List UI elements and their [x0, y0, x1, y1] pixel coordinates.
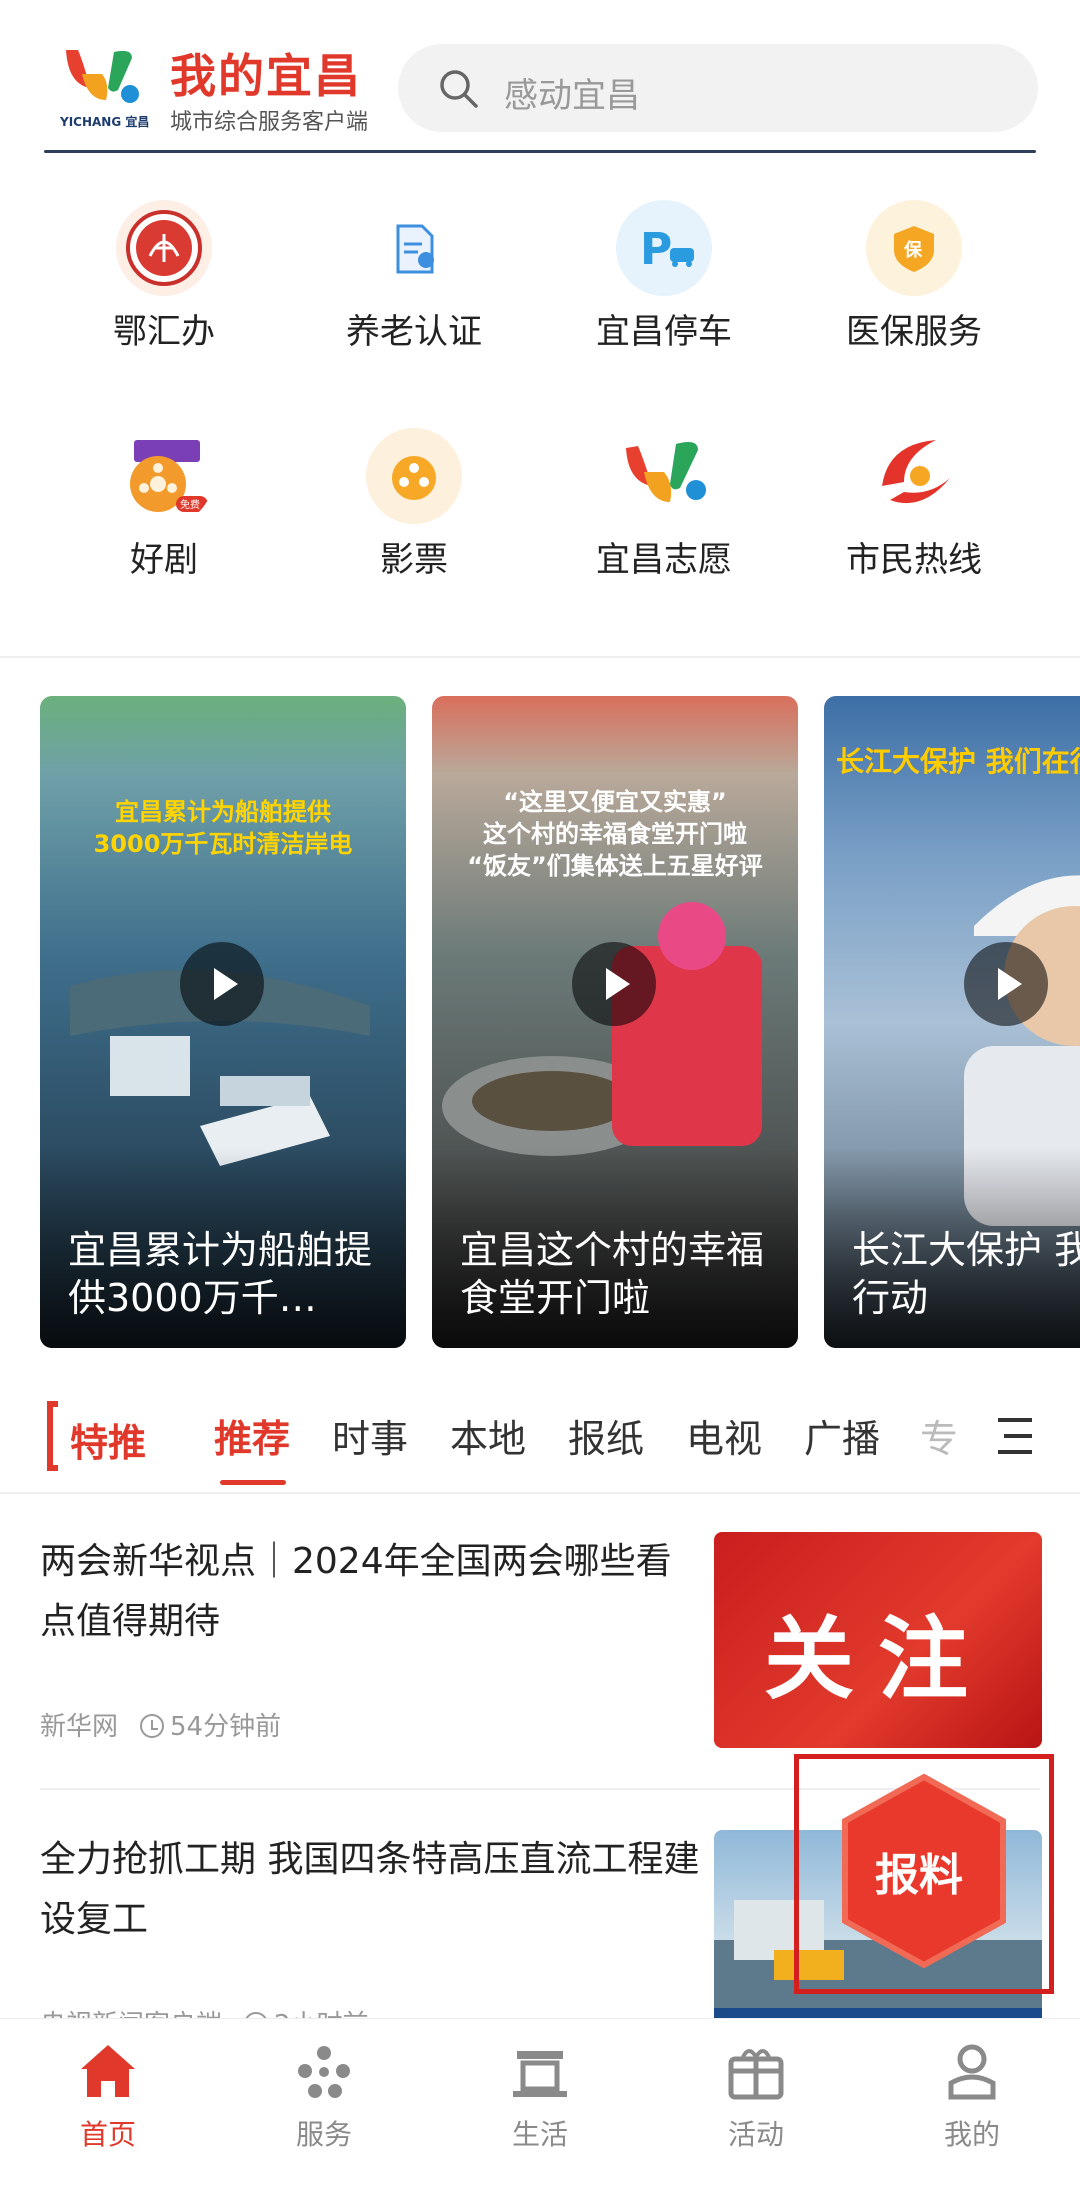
- service-label: 好剧: [130, 540, 198, 580]
- video-card[interactable]: “这里又便宜又实惠” 这个村的幸福食堂开门啦 “饭友”们集体送上五星好评 宜昌这…: [432, 696, 798, 1348]
- service-label: 影票: [380, 540, 448, 580]
- news-meta: 新华网 54分钟前: [40, 1706, 281, 1743]
- movie-ticket-icon: [366, 428, 462, 524]
- news-time: 54分钟前: [170, 1712, 282, 1742]
- section-divider: [0, 656, 1080, 658]
- play-button-icon[interactable]: [180, 942, 264, 1026]
- menu-icon[interactable]: [994, 1414, 1036, 1458]
- svg-text:免费: 免费: [180, 498, 200, 511]
- video-card[interactable]: 长江大保护 我们在行动 长江大保护 我们在行动: [824, 696, 1080, 1348]
- tab-tv[interactable]: 电视: [686, 1408, 762, 1463]
- search-icon: [440, 70, 478, 108]
- service-ehuiban[interactable]: 鄂汇办: [64, 190, 264, 380]
- report-float-button[interactable]: 报料: [794, 1754, 1054, 1994]
- news-thumbnail[interactable]: 关注: [714, 1532, 1042, 1748]
- video-overlay-text: “这里又便宜又实惠” 这个村的幸福食堂开门啦 “饭友”们集体送上五星好评: [467, 788, 763, 880]
- nav-profile[interactable]: 我的: [892, 2041, 1052, 2153]
- tab-special[interactable]: 专: [920, 1408, 958, 1463]
- hotline-icon: [882, 440, 950, 504]
- service-label: 宜昌停车: [596, 312, 732, 352]
- video-carousel[interactable]: 宜昌累计为船舶提供 3000万千瓦时清洁岸电 宜昌累计为船舶提供3000万千… …: [0, 696, 1080, 1348]
- service-good-drama[interactable]: 免费 好剧: [64, 418, 264, 608]
- tab-radio[interactable]: 广播: [804, 1408, 880, 1463]
- service-volunteer[interactable]: 宜昌志愿: [564, 418, 764, 608]
- nav-life[interactable]: 生活: [460, 2041, 620, 2153]
- svg-text:P: P: [640, 224, 672, 275]
- life-icon: [513, 2051, 567, 2097]
- video-overlay-text: 长江大保护 我们在行动: [836, 745, 1080, 778]
- featured-label: 特推: [70, 1421, 147, 1465]
- news-title: 两会新华视点｜2024年全国两会哪些看点值得期待: [40, 1541, 672, 1642]
- medical-insurance-icon: 保: [866, 200, 962, 296]
- nav-label: 我的: [943, 2118, 1000, 2151]
- thumbnail-text: 关注: [764, 1607, 992, 1712]
- service-medical-insurance[interactable]: 保 医保服务: [814, 190, 1014, 380]
- brand-subtitle: 城市综合服务客户端: [170, 110, 369, 135]
- service-grid: 鄂汇办 养老认证 P 宜昌停车 保 医保服务 免费 好剧 影票 宜昌志愿 市民热…: [0, 190, 1080, 630]
- home-icon: [81, 2045, 135, 2097]
- video-title: 宜昌累计为船舶提供3000万千…: [68, 1228, 373, 1320]
- play-button-icon[interactable]: [964, 942, 1048, 1026]
- video-title: 宜昌这个村的幸福食堂开门啦: [460, 1228, 765, 1320]
- video-overlay-text: 宜昌累计为船舶提供 3000万千瓦时清洁岸电: [93, 798, 353, 858]
- news-source: 新华网: [40, 1712, 119, 1742]
- activity-icon: [728, 2049, 784, 2100]
- nav-home[interactable]: 首页: [28, 2041, 188, 2153]
- tabs-divider: [0, 1492, 1080, 1494]
- film-reel-icon: 免费: [130, 440, 208, 512]
- video-card[interactable]: 宜昌累计为船舶提供 3000万千瓦时清洁岸电 宜昌累计为船舶提供3000万千…: [40, 696, 406, 1348]
- service-icon: [298, 2046, 350, 2098]
- ehuiban-icon: [116, 200, 212, 296]
- nav-service[interactable]: 服务: [244, 2041, 404, 2153]
- svg-text:YICHANG 宜昌: YICHANG 宜昌: [59, 114, 149, 129]
- play-button-icon[interactable]: [572, 942, 656, 1026]
- active-tab-indicator: [220, 1480, 286, 1485]
- volunteer-icon: [626, 442, 706, 502]
- nav-activity[interactable]: 活动: [676, 2041, 836, 2153]
- profile-icon: [948, 2044, 996, 2100]
- tab-newspaper[interactable]: 报纸: [568, 1408, 644, 1463]
- search-bar[interactable]: 感动宜昌: [398, 44, 1038, 132]
- video-title: 长江大保护 我们在行动: [852, 1228, 1080, 1320]
- category-tabs: 特推 推荐 时事 本地 报纸 电视 广播 专: [0, 1384, 1080, 1494]
- bottom-navigation: 首页 服务 生活 活动 我的: [0, 2018, 1080, 2188]
- report-label: 报料: [875, 1850, 963, 1901]
- service-parking[interactable]: P 宜昌停车: [564, 190, 764, 380]
- service-label: 养老认证: [346, 312, 482, 352]
- clock-icon: [140, 1714, 165, 1738]
- tab-local[interactable]: 本地: [450, 1408, 526, 1463]
- service-pension-auth[interactable]: 养老认证: [314, 190, 514, 380]
- news-title: 全力抢抓工期 我国四条特高压直流工程建设复工: [40, 1839, 700, 1940]
- nav-label: 生活: [511, 2118, 568, 2151]
- service-label: 鄂汇办: [113, 312, 215, 352]
- parking-icon: P: [616, 200, 712, 296]
- service-label: 宜昌志愿: [596, 540, 732, 580]
- kitchen-illustration: [442, 902, 762, 1156]
- service-hotline[interactable]: 市民热线: [814, 418, 1014, 608]
- service-label: 市民热线: [846, 540, 982, 580]
- tab-recommend[interactable]: 推荐: [214, 1408, 290, 1463]
- featured-tab[interactable]: 特推: [44, 1400, 164, 1472]
- app-header: YICHANG 宜昌 我的宜昌 城市综合服务客户端 感动宜昌: [0, 0, 1080, 155]
- nav-label: 服务: [295, 2118, 352, 2151]
- service-movie-ticket[interactable]: 影票: [314, 418, 514, 608]
- brand-title: 我的宜昌: [170, 49, 362, 103]
- search-placeholder: 感动宜昌: [504, 76, 640, 116]
- service-label: 医保服务: [846, 312, 982, 352]
- nav-label: 首页: [79, 2118, 136, 2151]
- svg-text:保: 保: [903, 239, 923, 261]
- tab-current-affairs[interactable]: 时事: [332, 1408, 408, 1463]
- yichang-logo-icon[interactable]: YICHANG 宜昌: [58, 44, 158, 130]
- document-icon: [396, 224, 434, 274]
- nav-label: 活动: [727, 2118, 784, 2151]
- header-divider: [44, 150, 1036, 153]
